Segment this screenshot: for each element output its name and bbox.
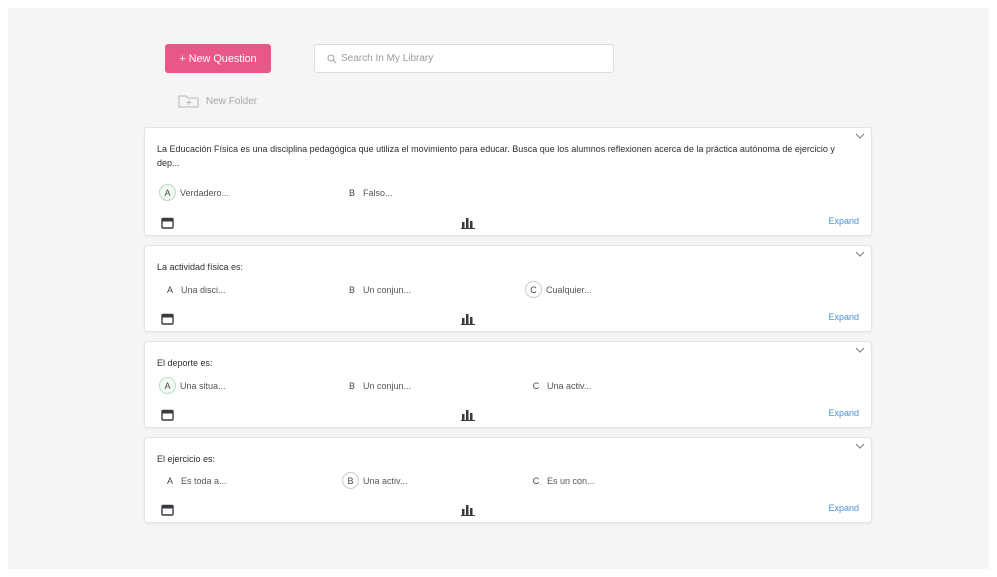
answer-letter: B [348, 380, 355, 391]
answer-text: Falso... [363, 187, 393, 198]
calendar-icon[interactable] [161, 313, 174, 325]
question-card[interactable]: La Educación Física es una disciplina pe… [144, 127, 872, 236]
new-question-button[interactable]: + New Question [165, 44, 271, 73]
expand-link[interactable]: Expand [828, 216, 859, 226]
calendar-icon[interactable] [161, 217, 174, 229]
expand-link[interactable]: Expand [828, 408, 859, 418]
stats-chart-icon[interactable] [461, 313, 475, 325]
answer-option: A Verdadero... [159, 184, 229, 201]
chevron-down-icon[interactable] [855, 132, 865, 140]
question-text: La actividad física es: [157, 262, 244, 272]
question-text: El ejercicio es: [157, 454, 216, 464]
stats-chart-icon[interactable] [461, 409, 475, 421]
answer-letter: A [166, 284, 173, 295]
question-text: El deporte es: [157, 358, 213, 368]
answer-text: Una activ... [547, 380, 592, 391]
calendar-icon[interactable] [161, 409, 174, 421]
chevron-down-icon[interactable] [855, 442, 865, 450]
answer-letter: C [532, 475, 540, 486]
question-card[interactable]: El ejercicio es: A Es toda a... B Una ac… [144, 437, 872, 523]
answer-option: B Un conjun... [345, 377, 411, 394]
answer-option: B Un conjun... [345, 281, 411, 298]
answer-option: B Una activ... [342, 472, 407, 489]
answer-letter: B [348, 187, 355, 198]
answer-text: Una situa... [180, 380, 226, 391]
answer-option: A Es toda a... [163, 472, 227, 489]
search-input[interactable]: Search In My Library [314, 44, 614, 73]
question-text: La Educación Física es una disciplina pe… [157, 144, 835, 168]
answer-text: Una activ... [363, 475, 408, 486]
question-card[interactable]: El deporte es: A Una situa... B Un conju… [144, 341, 872, 428]
answer-option: B Falso... [345, 184, 393, 201]
answer-letter: A [159, 184, 176, 201]
answer-option: C Una activ... [529, 377, 592, 394]
search-placeholder: Search In My Library [341, 53, 434, 64]
chevron-down-icon[interactable] [855, 346, 865, 354]
stats-chart-icon[interactable] [461, 217, 475, 229]
answer-text: Un conjun... [363, 380, 412, 391]
answer-letter: C [525, 281, 542, 298]
expand-link[interactable]: Expand [828, 503, 859, 513]
answer-text: Una disci... [181, 284, 226, 295]
answer-text: Es un con... [547, 475, 595, 486]
answer-text: Verdadero... [180, 187, 230, 198]
answer-text: Cualquier... [546, 284, 592, 295]
stats-chart-icon[interactable] [461, 504, 475, 516]
new-folder-label: New Folder [206, 95, 258, 107]
folder-plus-icon [178, 94, 200, 108]
answer-letter: B [348, 284, 355, 295]
chevron-down-icon[interactable] [855, 250, 865, 258]
answer-text: Un conjun... [363, 284, 412, 295]
new-folder-button[interactable]: New Folder [178, 94, 257, 108]
answer-letter: A [166, 475, 173, 486]
answer-option: C Es un con... [529, 472, 595, 489]
expand-link[interactable]: Expand [828, 312, 859, 322]
search-icon [327, 54, 337, 64]
answer-letter: C [532, 380, 540, 391]
answer-letter: B [342, 472, 359, 489]
answer-option: A Una situa... [159, 377, 226, 394]
answer-text: Es toda a... [181, 475, 227, 486]
question-card[interactable]: La actividad física es: A Una disci... B… [144, 245, 872, 332]
answer-option: A Una disci... [163, 281, 226, 298]
answer-option: C Cualquier... [525, 281, 592, 298]
calendar-icon[interactable] [161, 504, 174, 516]
answer-letter: A [159, 377, 176, 394]
